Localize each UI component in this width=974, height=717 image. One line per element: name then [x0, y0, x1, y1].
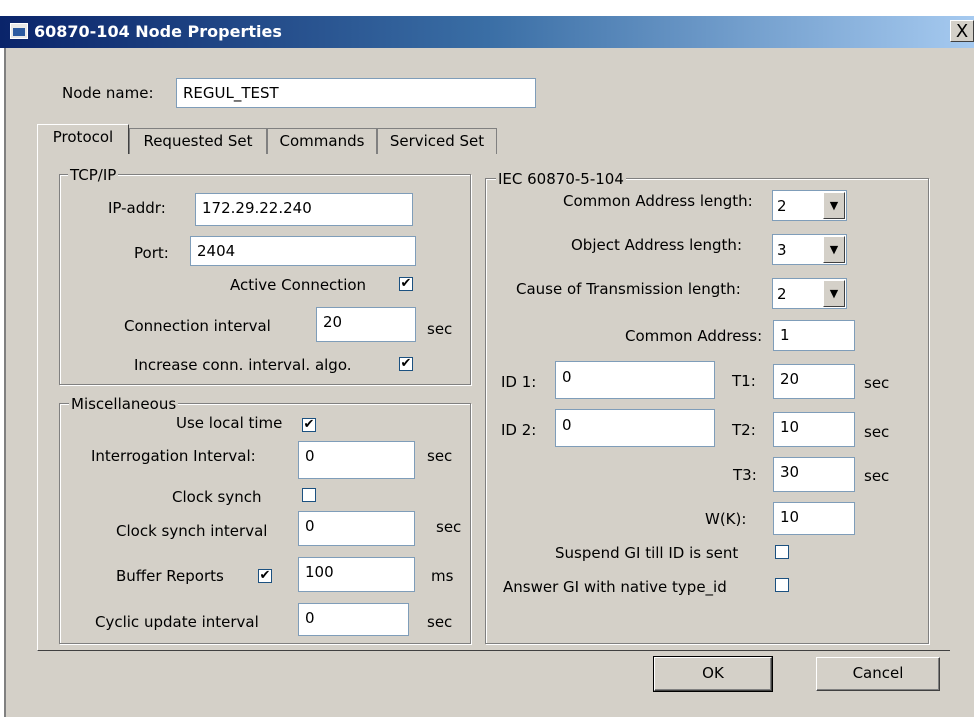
- suspend-gi-label: Suspend GI till ID is sent: [555, 544, 739, 562]
- buffer-reports-checkbox[interactable]: ✔: [258, 569, 272, 583]
- object-address-length-value: 3: [777, 241, 787, 259]
- cancel-button[interactable]: Cancel: [816, 657, 940, 691]
- common-address-length-select[interactable]: 2 ▼: [772, 190, 847, 221]
- iec-group-title: IEC 60870-5-104: [496, 170, 626, 188]
- port-input[interactable]: 2404: [190, 236, 416, 266]
- port-label: Port:: [134, 244, 169, 262]
- id1-input[interactable]: 0: [555, 361, 715, 399]
- wk-input[interactable]: 10: [773, 502, 855, 535]
- node-name-label: Node name:: [62, 84, 154, 102]
- connection-interval-input[interactable]: 20: [316, 307, 416, 342]
- active-connection-label: Active Connection: [230, 276, 367, 294]
- tab-serviced-set[interactable]: Serviced Set: [377, 128, 497, 154]
- cyclic-update-label: Cyclic update interval: [95, 613, 259, 631]
- wk-label: W(K):: [705, 510, 747, 528]
- suspend-gi-checkbox[interactable]: [775, 545, 789, 559]
- t2-unit: sec: [864, 423, 890, 441]
- cyclic-update-input[interactable]: 0: [298, 603, 409, 636]
- t3-unit: sec: [864, 467, 890, 485]
- t1-input[interactable]: 20: [773, 364, 855, 399]
- common-address-length-value: 2: [777, 197, 787, 215]
- common-address-length-label: Common Address length:: [563, 192, 753, 210]
- object-address-length-label: Object Address length:: [571, 236, 742, 254]
- connection-interval-unit: sec: [427, 320, 453, 338]
- object-address-length-select[interactable]: 3 ▼: [772, 234, 847, 265]
- t3-label: T3:: [733, 466, 757, 484]
- interrogation-interval-input[interactable]: 0: [298, 441, 415, 479]
- tab-requested-set[interactable]: Requested Set: [129, 128, 267, 154]
- ok-button[interactable]: OK: [653, 656, 773, 692]
- clock-synch-checkbox[interactable]: [302, 488, 316, 502]
- t1-unit: sec: [864, 374, 890, 392]
- id2-input[interactable]: 0: [555, 409, 715, 447]
- ip-addr-label: IP-addr:: [108, 199, 166, 217]
- common-address-input[interactable]: 1: [773, 320, 855, 351]
- active-connection-checkbox[interactable]: ✔: [399, 277, 413, 291]
- id2-label: ID 2:: [501, 421, 537, 439]
- window-title: 60870-104 Node Properties: [34, 22, 282, 41]
- increase-interval-label: Increase conn. interval. algo.: [134, 356, 352, 374]
- increase-interval-checkbox[interactable]: ✔: [399, 357, 413, 371]
- use-local-time-checkbox[interactable]: ✔: [302, 418, 316, 432]
- buffer-reports-unit: ms: [431, 567, 454, 585]
- use-local-time-label: Use local time: [176, 414, 283, 432]
- cot-length-select[interactable]: 2 ▼: [772, 278, 847, 309]
- t2-label: T2:: [732, 421, 756, 439]
- id1-label: ID 1:: [501, 373, 537, 391]
- misc-group-title: Miscellaneous: [69, 395, 179, 413]
- chevron-down-icon[interactable]: ▼: [823, 192, 845, 219]
- clock-synch-interval-label: Clock synch interval: [116, 522, 268, 540]
- buffer-reports-input[interactable]: 100: [298, 557, 415, 592]
- cot-length-label: Cause of Transmission length:: [516, 280, 741, 298]
- ip-addr-input[interactable]: 172.29.22.240: [195, 193, 413, 226]
- window-app-icon: [10, 23, 28, 39]
- cot-length-value: 2: [777, 285, 787, 303]
- cyclic-update-unit: sec: [427, 613, 453, 631]
- answer-gi-label: Answer GI with native type_id: [503, 578, 727, 596]
- t1-label: T1:: [732, 372, 756, 390]
- node-name-input[interactable]: REGUL_TEST: [176, 78, 536, 108]
- buffer-reports-label: Buffer Reports: [116, 567, 224, 585]
- tab-commands[interactable]: Commands: [267, 128, 377, 154]
- answer-gi-checkbox[interactable]: [775, 578, 789, 592]
- chevron-down-icon[interactable]: ▼: [823, 236, 845, 263]
- tab-protocol[interactable]: Protocol: [37, 124, 129, 154]
- interrogation-interval-label: Interrogation Interval:: [91, 447, 256, 465]
- common-address-label: Common Address:: [625, 327, 763, 345]
- clock-synch-interval-input[interactable]: 0: [298, 511, 415, 546]
- t2-input[interactable]: 10: [773, 412, 855, 447]
- clock-synch-interval-unit: sec: [436, 518, 462, 536]
- tcpip-group-title: TCP/IP: [68, 166, 119, 184]
- interrogation-interval-unit: sec: [427, 447, 453, 465]
- close-icon[interactable]: X: [950, 20, 974, 42]
- clock-synch-label: Clock synch: [172, 488, 262, 506]
- chevron-down-icon[interactable]: ▼: [823, 280, 845, 307]
- t3-input[interactable]: 30: [773, 457, 855, 492]
- connection-interval-label: Connection interval: [124, 317, 271, 335]
